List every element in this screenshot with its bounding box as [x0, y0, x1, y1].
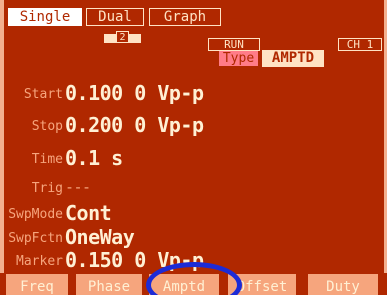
- param-value-time[interactable]: 0.1 s: [65, 146, 123, 170]
- memory-number-badge: 2: [116, 31, 129, 43]
- indicator-bar-left: [104, 34, 116, 43]
- softkey-phase[interactable]: Phase: [76, 274, 142, 295]
- indicator-bar-right: [129, 34, 141, 43]
- tab-single[interactable]: Single: [8, 8, 82, 26]
- param-value-swpmode[interactable]: Cont: [65, 201, 112, 225]
- param-label-swpmode: SwpMode: [8, 207, 63, 222]
- softkey-duty[interactable]: Duty: [308, 274, 378, 295]
- param-value-trig[interactable]: ---: [65, 178, 91, 196]
- tab-dual[interactable]: Dual: [86, 8, 144, 26]
- function-generator-screen: Single Dual Graph 2 RUN CH 1 Type AMPTD …: [0, 0, 387, 295]
- param-value-swpfctn[interactable]: OneWay: [65, 225, 135, 249]
- channel-badge: CH 1: [338, 38, 382, 51]
- tab-graph[interactable]: Graph: [149, 8, 221, 26]
- param-row-start[interactable]: Start 0.100 0 Vp-p: [0, 80, 387, 106]
- param-label-start: Start: [23, 87, 63, 102]
- param-label-time: Time: [31, 152, 63, 167]
- softkey-freq[interactable]: Freq: [6, 274, 68, 295]
- param-label-swpfctn: SwpFctn: [8, 231, 63, 246]
- param-value-start[interactable]: 0.100 0 Vp-p: [65, 81, 204, 105]
- param-row-swpfctn[interactable]: SwpFctn OneWay: [0, 224, 387, 250]
- param-label-stop: Stop: [31, 119, 63, 134]
- type-label-badge: Type: [219, 51, 258, 66]
- sweep-type-value: AMPTD: [262, 50, 324, 67]
- param-label-trig: Trig: [31, 181, 63, 196]
- param-label-marker: Marker: [16, 254, 63, 269]
- run-status-badge: RUN: [208, 38, 260, 51]
- param-row-trig[interactable]: Trig ---: [0, 175, 387, 201]
- param-row-time[interactable]: Time 0.1 s: [0, 145, 387, 171]
- param-row-stop[interactable]: Stop 0.200 0 Vp-p: [0, 112, 387, 138]
- param-row-swpmode[interactable]: SwpMode Cont: [0, 200, 387, 226]
- param-value-stop[interactable]: 0.200 0 Vp-p: [65, 113, 204, 137]
